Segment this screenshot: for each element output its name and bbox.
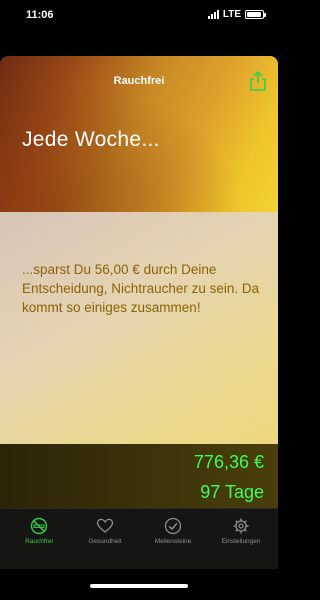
share-icon[interactable] bbox=[248, 70, 268, 92]
savings-message: ...sparst Du 56,00 € durch Deine Entsche… bbox=[22, 262, 260, 315]
heart-icon bbox=[96, 518, 114, 533]
no-smoking-icon bbox=[30, 517, 48, 535]
navigation-bar: Rauchfrei bbox=[0, 56, 278, 108]
tab-gesundheit[interactable]: Gesundheit bbox=[70, 517, 140, 545]
network-label: LTE bbox=[222, 9, 241, 20]
signal-icon bbox=[207, 10, 219, 19]
tab-label-rauchfrei: Rauchfrei bbox=[25, 538, 53, 545]
tab-label-einstellungen: Einstellungen bbox=[221, 538, 261, 545]
tab-bar: Rauchfrei Gesundheit Meilensteine Einste… bbox=[0, 508, 278, 569]
tab-label-meilensteine: Meilensteine bbox=[154, 538, 192, 545]
checkmark-circle-icon bbox=[164, 517, 182, 535]
status-time: 11:06 bbox=[26, 9, 54, 21]
gear-icon bbox=[233, 518, 249, 534]
tab-einstellungen[interactable]: Einstellungen bbox=[206, 517, 276, 545]
home-indicator[interactable] bbox=[90, 584, 188, 588]
tab-label-gesundheit: Gesundheit bbox=[88, 538, 122, 545]
tab-rauchfrei[interactable]: Rauchfrei bbox=[4, 517, 74, 545]
days-smoke-free: 97 Tage bbox=[200, 482, 264, 502]
hero-title: Jede Woche... bbox=[22, 128, 160, 151]
hero-banner: Rauchfrei Jede Woche... bbox=[0, 56, 278, 212]
info-card: ...sparst Du 56,00 € durch Deine Entsche… bbox=[0, 212, 278, 484]
status-bar: 11:06 LTE bbox=[0, 0, 278, 34]
status-indicators: LTE bbox=[207, 9, 266, 20]
tab-meilensteine[interactable]: Meilensteine bbox=[138, 517, 208, 545]
app-content: Rauchfrei Jede Woche... ...sparst Du 56,… bbox=[0, 56, 278, 520]
money-saved: 776,36 € bbox=[193, 452, 264, 472]
nav-title: Rauchfrei bbox=[113, 75, 165, 87]
battery-icon bbox=[245, 10, 266, 19]
